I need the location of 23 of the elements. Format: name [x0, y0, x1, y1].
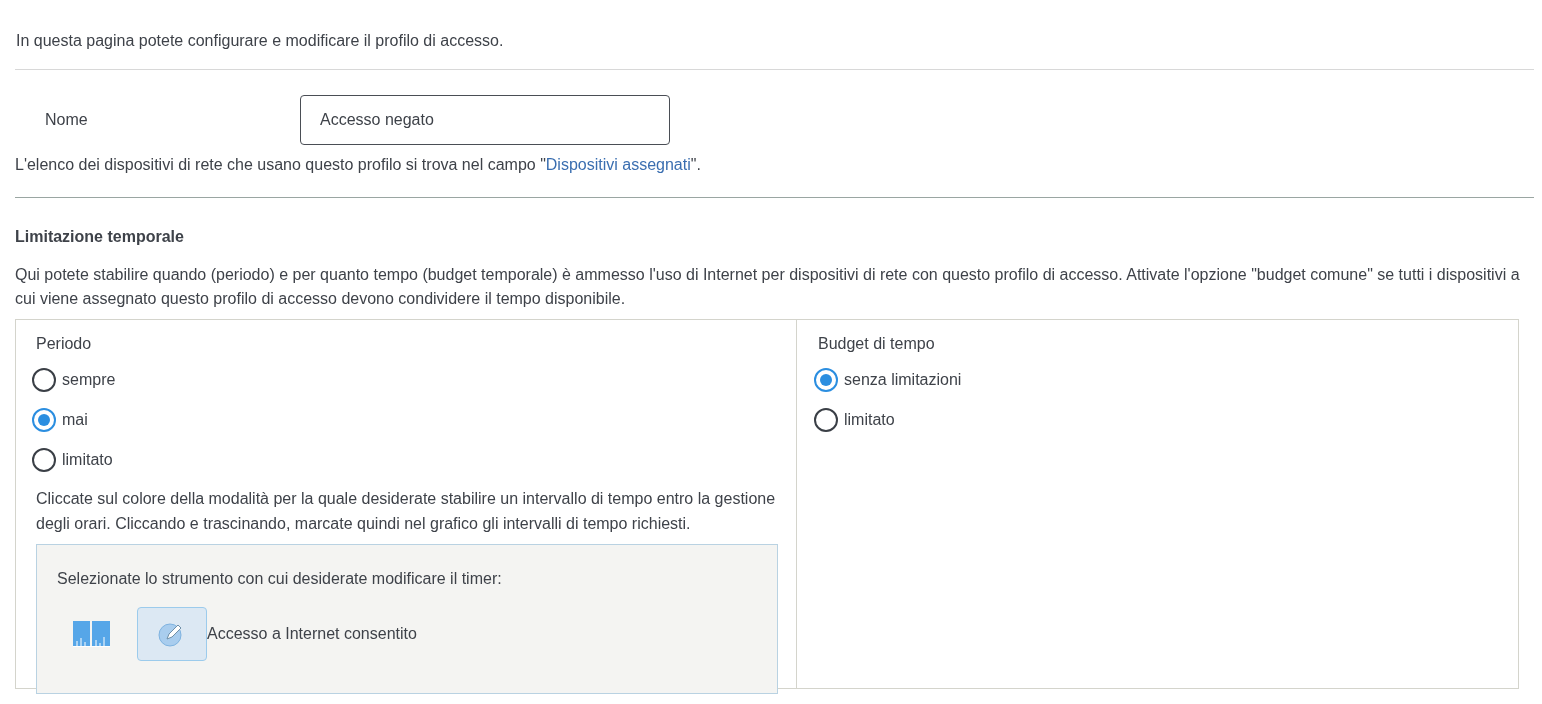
name-input[interactable]: Accesso negato: [300, 95, 670, 145]
radio-button[interactable]: [32, 368, 56, 392]
section-heading: Limitazione temporale: [15, 227, 185, 247]
radio-button[interactable]: [814, 408, 838, 432]
tool-label: Accesso a Internet consentito: [207, 624, 417, 644]
hint-text: Cliccate sul colore della modalità per la quale desiderate stabilire un intervallo di tempo entro la gestione degli orari. Cliccando e trascinando, marcate quindi nel grafico gli intervalli di tempo richiesti.: [36, 489, 777, 534]
budget-title: Budget di tempo: [818, 334, 936, 354]
assigned-devices-link[interactable]: Dispositivi assegnati: [545, 156, 691, 173]
radio-label[interactable]: limitato: [844, 408, 895, 432]
radio-label[interactable]: mai: [62, 408, 88, 432]
radio-label[interactable]: senza limitazioni: [844, 368, 962, 392]
tool-prompt: Selezionate lo strumento con cui desiderate modificare il timer:: [57, 569, 503, 589]
radio-label[interactable]: limitato: [62, 448, 113, 472]
name-label: Nome: [44, 110, 89, 130]
intro-text: In questa pagina potete configurare e modificare il profilo di accesso.: [15, 31, 505, 51]
section-description: Qui potete stabilire quando (periodo) e per quanto tempo (budget temporale) è ammesso l'uso di Internet per dispositivi di rete con questo profilo di accesso. Attivate l'opzione "budget comune" se tutti i dispositivi a cui viene assegnato questo profilo di accesso devono condividere il tempo disponibile.: [15, 265, 1521, 309]
radio-label[interactable]: sempre: [62, 368, 116, 392]
radio-button[interactable]: [32, 448, 56, 472]
assigned-devices-note: L'elenco dei dispositivi di rete che usano questo profilo si trova nel campo "Dispositivi assegnati".: [15, 155, 702, 175]
bar-chart-icon[interactable]: [73, 621, 110, 647]
period-title: Periodo: [36, 334, 93, 354]
radio-button[interactable]: [32, 408, 56, 432]
radio-button[interactable]: [814, 368, 838, 392]
